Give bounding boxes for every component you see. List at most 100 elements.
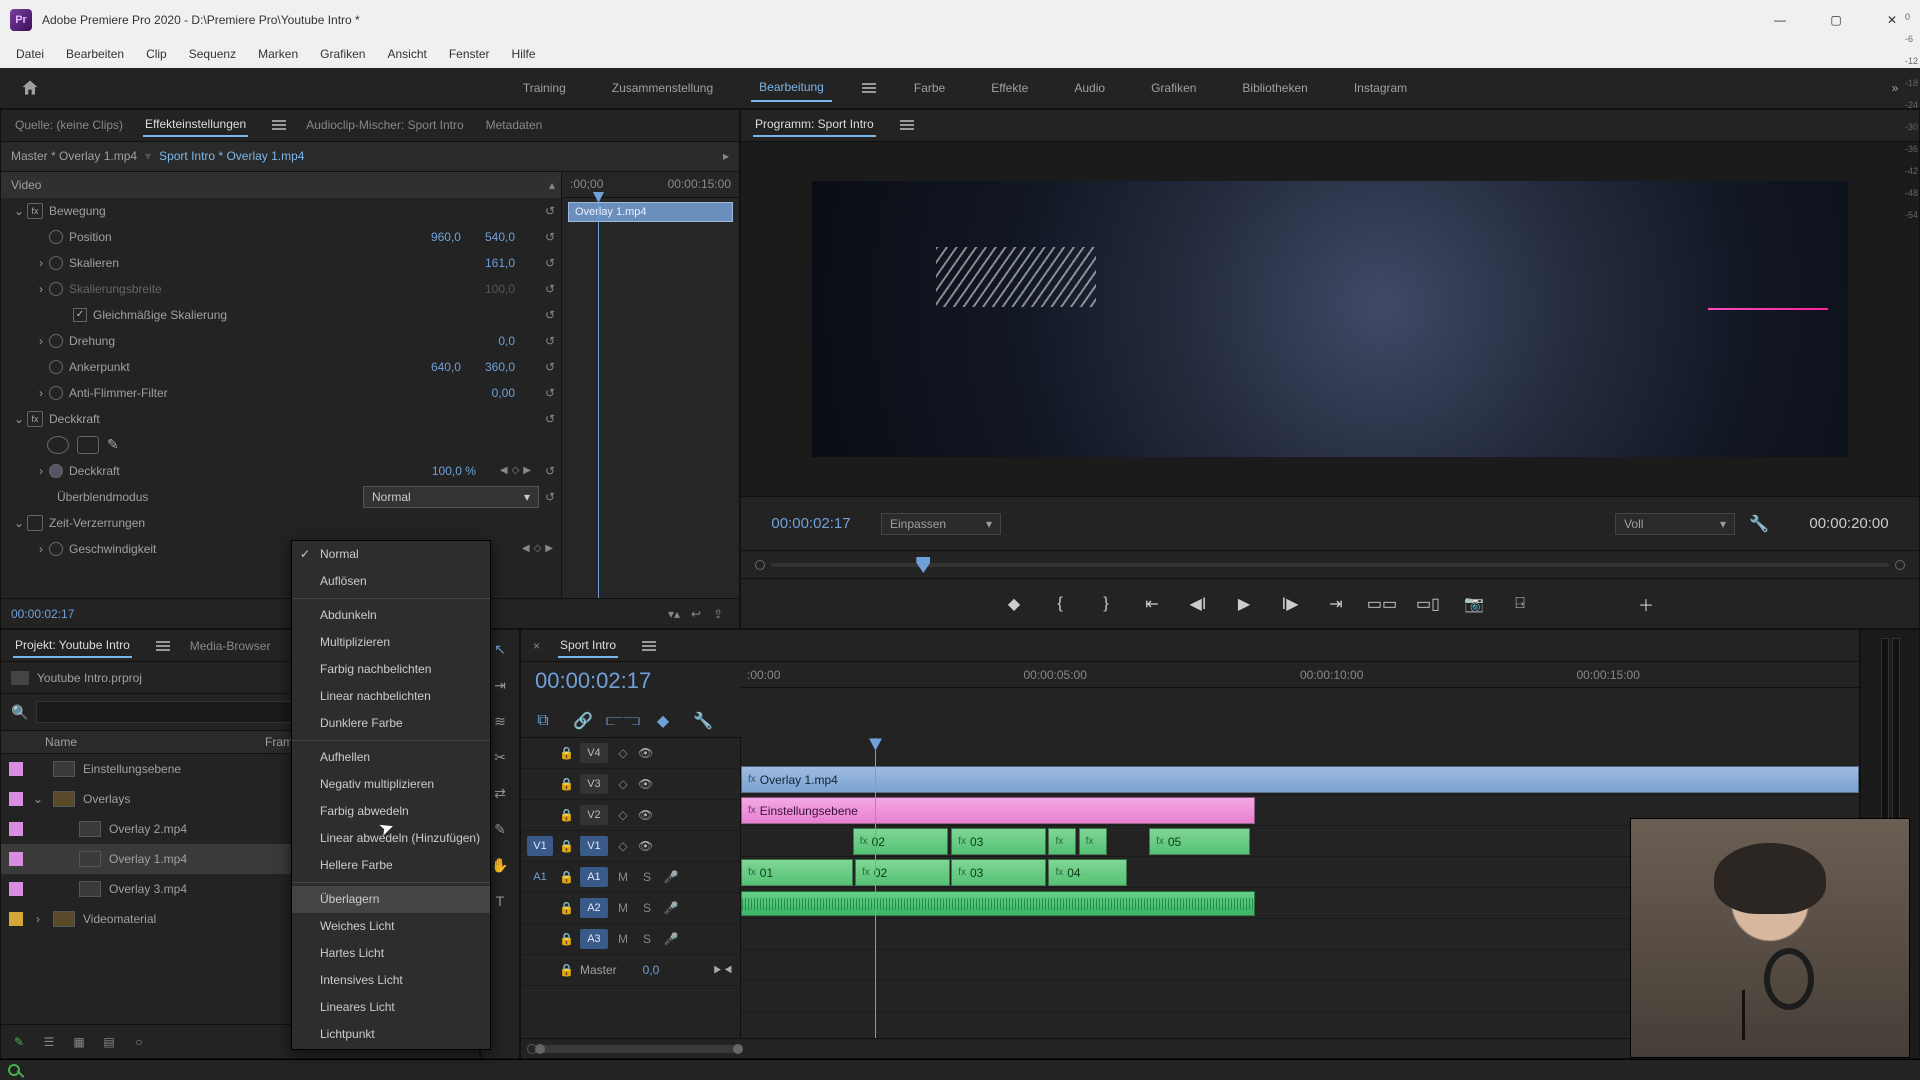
tab-audio-clip-mixer[interactable]: Audioclip-Mischer: Sport Intro [304,114,465,136]
workspace-graphics[interactable]: Grafiken [1143,75,1204,101]
mask-ellipse-tool[interactable] [47,436,69,454]
lock-icon[interactable]: 🔒 [559,839,574,853]
program-panel-menu-icon[interactable] [900,120,914,130]
workspace-instagram[interactable]: Instagram [1346,75,1415,101]
add-keyframe-icon[interactable]: ◇ [534,543,542,554]
source-patch-v1[interactable]: V1 [527,836,553,856]
reset-icon[interactable]: ↺ [539,464,561,478]
timeline-clip[interactable]: fx04 [1048,859,1126,886]
twisty-icon[interactable]: › [33,256,49,270]
track-label[interactable]: V3 [580,774,608,794]
blend-mode-option[interactable]: Farbig nachbelichten [292,656,490,683]
ec-mini-playhead[interactable] [598,198,599,599]
lock-icon[interactable]: 🔒 [559,932,574,946]
reset-icon[interactable]: ↺ [539,490,561,504]
blend-mode-option[interactable]: Weiches Licht [292,913,490,940]
track-header-a1[interactable]: A1🔒A1MS🎤 [521,862,740,893]
program-timecode-current[interactable]: 00:00:02:17 [741,515,881,532]
program-playhead[interactable] [916,557,930,573]
menu-marken[interactable]: Marken [248,43,308,65]
reset-icon[interactable]: ↺ [539,412,561,426]
blend-mode-option[interactable]: Linear abwedeln (Hinzufügen) [292,825,490,852]
prev-keyframe-icon[interactable]: ◀ [500,465,508,476]
workspace-assembly[interactable]: Zusammenstellung [604,75,721,101]
label-color-swatch[interactable] [9,852,23,866]
menu-bearbeiten[interactable]: Bearbeiten [56,43,134,65]
step-forward-button[interactable]: Ⅰ▶ [1276,590,1304,618]
blend-mode-dropdown[interactable]: Normal▾ [363,486,539,508]
timeline-playhead[interactable] [875,738,876,1038]
selection-tool[interactable]: ↖ [489,638,511,660]
track-label[interactable]: V1 [580,836,608,856]
twisty-icon[interactable]: › [33,386,49,400]
sync-lock-icon[interactable]: ◇ [614,777,632,791]
prev-keyframe-icon[interactable]: ◀ [522,543,530,554]
button-editor-button[interactable]: ＋ [1632,590,1660,618]
tab-effect-controls[interactable]: Effekteinstellungen [143,113,248,137]
lock-icon[interactable]: 🔒 [559,777,574,791]
track-label[interactable]: A2 [580,898,608,918]
reset-icon[interactable]: ↺ [539,230,561,244]
add-marker-toggle[interactable]: ⫍⫎ [611,709,635,733]
timeline-clip[interactable]: fx03 [951,828,1046,855]
timeline-ruler[interactable]: :00:00 00:00:05:00 00:00:10:00 00:00:15:… [741,662,1859,688]
ec-anchor-x[interactable]: 640,0 [431,360,461,374]
fx-toggle-motion[interactable] [27,203,43,219]
scrub-end-handle[interactable] [1895,560,1905,570]
blend-mode-option[interactable]: Hartes Licht [292,940,490,967]
lock-icon[interactable]: 🔒 [559,870,574,884]
label-color-swatch[interactable] [9,882,23,896]
chevron-down-icon[interactable]: ▾ [145,149,151,163]
twisty-icon[interactable]: › [33,334,49,348]
filter-icon[interactable]: ▾▴ [663,607,685,621]
solo-button[interactable]: S [638,932,656,946]
voiceover-icon[interactable]: 🎤 [662,870,680,884]
twisty-icon[interactable]: › [33,542,49,556]
timeline-clip[interactable]: fx02 [855,859,950,886]
ec-master-label[interactable]: Master * Overlay 1.mp4 [11,149,137,163]
keyframe-toggle[interactable] [49,360,63,374]
track-header-v2[interactable]: 🔒V2◇👁 [521,800,740,831]
mark-in-button[interactable]: { [1046,590,1074,618]
ec-rotation-value[interactable]: 0,0 [498,334,515,348]
blend-mode-option[interactable]: Dunklere Farbe [292,710,490,737]
blend-mode-option[interactable]: Linear nachbelichten [292,683,490,710]
reset-icon[interactable]: ↺ [539,308,561,322]
ec-antiflicker-value[interactable]: 0,00 [492,386,515,400]
project-panel-menu-icon[interactable] [156,641,170,651]
menu-fenster[interactable]: Fenster [439,43,500,65]
twisty-icon[interactable]: ⌄ [11,412,27,426]
timeline-clip[interactable]: fx05 [1149,828,1250,855]
tab-project[interactable]: Projekt: Youtube Intro [13,634,132,658]
twisty-icon[interactable]: › [33,464,49,478]
workspace-color[interactable]: Farbe [906,75,953,101]
mark-out-button[interactable]: } [1092,590,1120,618]
label-color-swatch[interactable] [9,762,23,776]
scrub-start-handle[interactable] [755,560,765,570]
zoom-slider-icon[interactable]: ○ [129,1032,149,1052]
tab-program[interactable]: Programm: Sport Intro [753,113,876,137]
uniform-scale-checkbox[interactable] [73,308,87,322]
track-header-a3[interactable]: 🔒A3MS🎤 [521,924,740,955]
ec-current-timecode[interactable]: 00:00:02:17 [11,607,74,621]
hand-tool[interactable]: ✋ [489,854,511,876]
timeline-clip[interactable]: fx [1079,828,1107,855]
sync-lock-icon[interactable]: ◇ [614,746,632,760]
voiceover-icon[interactable]: 🎤 [662,932,680,946]
track-header-a2[interactable]: 🔒A2MS🎤 [521,893,740,924]
fx-toggle-opacity[interactable] [27,411,43,427]
timeline-clip[interactable]: fxOverlay 1.mp4 [741,766,1859,793]
timeline-settings-icon[interactable]: 🔧 [691,709,715,733]
menu-grafiken[interactable]: Grafiken [310,43,375,65]
effect-controls-panel-menu-icon[interactable] [272,120,286,130]
reset-icon[interactable]: ↺ [539,334,561,348]
source-patch-a1[interactable]: A1 [527,867,553,887]
tab-sequence[interactable]: Sport Intro [558,634,618,658]
blend-mode-option[interactable]: Lineares Licht [292,994,490,1021]
blend-mode-option[interactable]: Überlagern [292,886,490,913]
fx-toggle-time-remap[interactable] [27,515,43,531]
timeline-clip[interactable]: fx01 [741,859,853,886]
collapse-icon[interactable]: ⯈⯇ [712,962,734,979]
lock-icon[interactable]: 🔒 [559,963,574,977]
ec-position-y[interactable]: 540,0 [485,230,515,244]
